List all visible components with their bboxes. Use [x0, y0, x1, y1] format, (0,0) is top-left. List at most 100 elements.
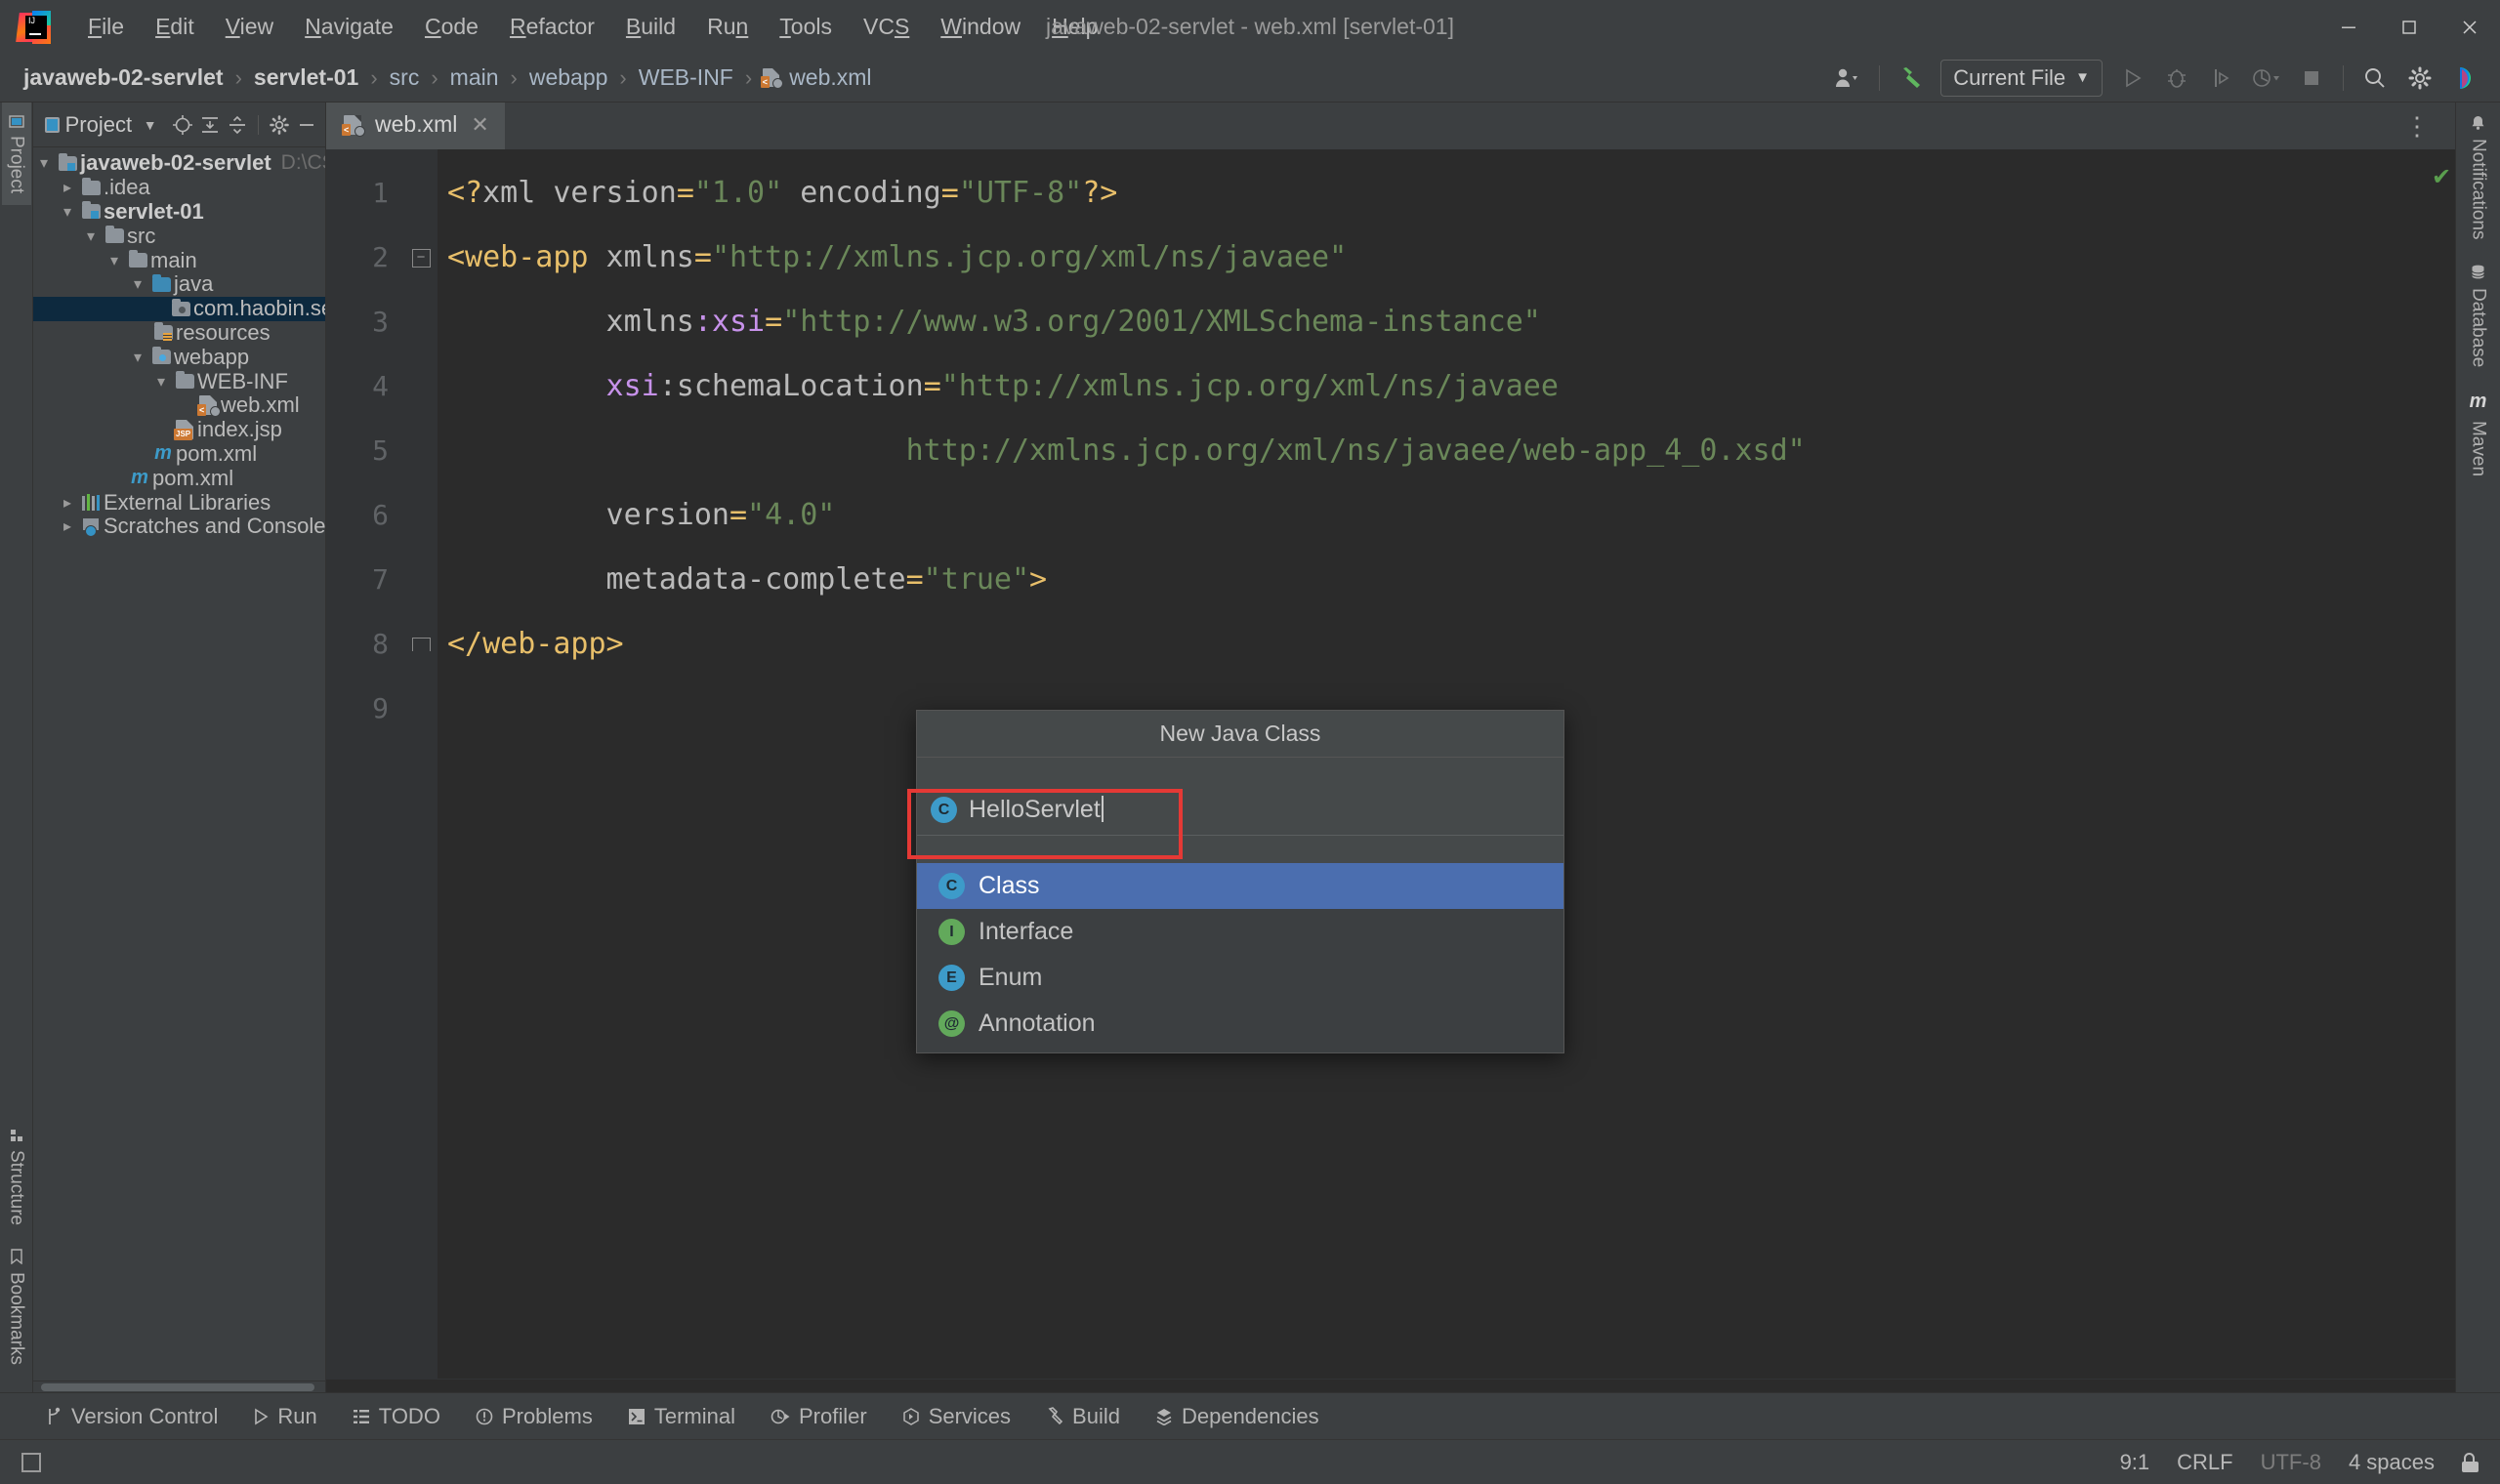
chevron-right-icon[interactable]: ▸ — [57, 493, 78, 513]
breadcrumb-item-src[interactable]: src — [384, 62, 426, 94]
chevron-right-icon[interactable]: ▸ — [57, 516, 78, 536]
chevron-down-icon[interactable]: ▾ — [80, 227, 102, 246]
chevron-down-icon[interactable]: ▼ — [140, 110, 160, 140]
fold-region-end-icon[interactable] — [404, 612, 438, 677]
breadcrumb-item-module[interactable]: servlet-01 — [248, 62, 364, 94]
menu-code[interactable]: Code — [409, 9, 494, 45]
class-kind-list[interactable]: C Class I Interface E Enum @ Annotation — [917, 863, 1563, 1052]
search-everywhere-icon[interactable] — [2354, 59, 2396, 98]
tree-node-java[interactable]: ▾ java — [33, 271, 325, 297]
editor-horizontal-scrollbar[interactable] — [326, 1379, 2455, 1392]
tool-button-build[interactable]: Build — [1028, 1404, 1138, 1429]
tree-node-pom-xml-root[interactable]: m pom.xml — [33, 466, 325, 490]
tab-web-xml[interactable]: < web.xml ✕ — [326, 103, 505, 149]
class-name-input[interactable]: HelloServlet — [969, 796, 1104, 824]
tool-button-problems[interactable]: Problems — [458, 1404, 610, 1429]
chevron-down-icon[interactable]: ▾ — [57, 202, 78, 222]
tree-node-src[interactable]: ▾ src — [33, 224, 325, 248]
chevron-down-icon[interactable]: ▾ — [104, 251, 125, 270]
sidebar-item-maven[interactable]: m Maven — [2464, 379, 2493, 488]
class-name-input-row[interactable]: C HelloServlet — [917, 785, 1563, 836]
tool-button-dependencies[interactable]: Dependencies — [1138, 1404, 1337, 1429]
code-folding-gutter[interactable]: − — [404, 149, 438, 1379]
menu-view[interactable]: View — [210, 9, 289, 45]
tool-button-todo[interactable]: TODO — [335, 1404, 458, 1429]
tree-node-scratches-and-consoles[interactable]: ▸ Scratches and Consoles — [33, 514, 325, 539]
hide-panel-icon[interactable] — [296, 110, 317, 140]
main-menu[interactable]: File Edit View Navigate Code Refactor Bu… — [72, 9, 1113, 45]
collapse-all-icon[interactable] — [227, 110, 248, 140]
tree-node-webapp[interactable]: ▾ webapp — [33, 345, 325, 369]
chevron-down-icon[interactable]: ▾ — [150, 372, 172, 392]
settings-gear-icon[interactable] — [269, 110, 290, 140]
inspection-ok-icon[interactable]: ✔ — [2432, 163, 2451, 191]
tree-node-external-libraries[interactable]: ▸ External Libraries — [33, 490, 325, 515]
list-item-enum[interactable]: E Enum — [917, 955, 1563, 1001]
tree-node-javaweb-02-servlet[interactable]: ▾ javaweb-02-servlet D:\CSApp\AllC — [33, 150, 325, 176]
project-tree[interactable]: ▾ javaweb-02-servlet D:\CSApp\AllC ▸ .id… — [33, 147, 325, 1381]
menu-vcs[interactable]: VCS — [848, 9, 925, 45]
tool-button-terminal[interactable]: Terminal — [610, 1404, 753, 1429]
tree-node-web-xml[interactable]: < web.xml — [33, 392, 325, 418]
close-button[interactable] — [2439, 0, 2500, 54]
sidebar-item-database[interactable]: Database — [2464, 252, 2493, 379]
fold-collapse-icon[interactable]: − — [404, 226, 438, 290]
run-with-coverage-icon[interactable] — [2200, 59, 2243, 98]
breadcrumb-item-project[interactable]: javaweb-02-servlet — [18, 62, 229, 94]
ide-assistant-icon[interactable] — [2443, 59, 2486, 98]
tool-button-run[interactable]: Run — [235, 1404, 334, 1429]
file-encoding[interactable]: UTF-8 — [2261, 1450, 2321, 1475]
tree-node-index-jsp[interactable]: JSP index.jsp — [33, 417, 325, 442]
menu-window[interactable]: Window — [925, 9, 1036, 45]
menu-navigate[interactable]: Navigate — [289, 9, 409, 45]
project-horizontal-scrollbar[interactable] — [33, 1381, 325, 1392]
stop-icon[interactable] — [2290, 59, 2333, 98]
list-item-class[interactable]: C Class — [917, 863, 1563, 909]
tree-node-pom-xml-module[interactable]: m pom.xml — [33, 441, 325, 467]
menu-run[interactable]: Run — [691, 9, 764, 45]
inspection-marker-bar[interactable]: ✔ — [2430, 149, 2455, 1379]
new-java-class-popup[interactable]: New Java Class C HelloServlet C Class I … — [907, 710, 1564, 1053]
maximize-button[interactable] — [2379, 0, 2439, 54]
tool-button-profiler[interactable]: Profiler — [753, 1404, 885, 1429]
expand-all-icon[interactable] — [199, 110, 221, 140]
caret-position[interactable]: 9:1 — [2120, 1450, 2150, 1475]
background-tasks-icon[interactable] — [21, 1452, 41, 1472]
scrollbar-thumb[interactable] — [41, 1383, 314, 1391]
tree-node-main[interactable]: ▾ main — [33, 248, 325, 272]
tool-button-version-control[interactable]: Version Control — [27, 1404, 235, 1429]
menu-build[interactable]: Build — [610, 9, 691, 45]
tree-node-com-haobin-servlet[interactable]: com.haobin.servlet — [33, 296, 325, 321]
menu-help[interactable]: Help — [1036, 9, 1113, 45]
tree-node-servlet-01[interactable]: ▾ servlet-01 — [33, 199, 325, 225]
user-account-icon[interactable] — [1826, 59, 1869, 98]
settings-gear-icon[interactable] — [2398, 59, 2441, 98]
sidebar-item-bookmarks[interactable]: Bookmarks — [2, 1237, 31, 1377]
indent-setting[interactable]: 4 spaces — [2349, 1450, 2435, 1475]
chevron-down-icon[interactable]: ▾ — [127, 274, 148, 294]
menu-file[interactable]: File — [72, 9, 140, 45]
unlocked-icon[interactable] — [2462, 1452, 2479, 1472]
tree-node-resources[interactable]: resources — [33, 320, 325, 346]
list-item-interface[interactable]: I Interface — [917, 909, 1563, 955]
chevron-down-icon[interactable]: ▾ — [33, 153, 55, 173]
select-opened-file-icon[interactable] — [172, 110, 193, 140]
sidebar-item-structure[interactable]: Structure — [2, 1117, 31, 1237]
menu-tools[interactable]: Tools — [764, 9, 848, 45]
run-icon[interactable] — [2110, 59, 2153, 98]
sidebar-item-project[interactable]: Project — [1, 103, 31, 206]
debug-icon[interactable] — [2155, 59, 2198, 98]
tree-node-web-inf[interactable]: ▾ WEB-INF — [33, 369, 325, 393]
tool-button-services[interactable]: Services — [885, 1404, 1028, 1429]
list-item-annotation[interactable]: @ Annotation — [917, 1001, 1563, 1047]
breadcrumb-item-main[interactable]: main — [444, 62, 505, 94]
menu-refactor[interactable]: Refactor — [494, 9, 610, 45]
menu-edit[interactable]: Edit — [140, 9, 210, 45]
breadcrumb-item-webxml[interactable]: web.xml — [783, 62, 877, 94]
minimize-button[interactable] — [2318, 0, 2379, 54]
close-icon[interactable]: ✕ — [467, 112, 488, 138]
profile-icon[interactable] — [2245, 59, 2288, 98]
sidebar-item-notifications[interactable]: Notifications — [2464, 103, 2493, 252]
breadcrumb-item-webapp[interactable]: webapp — [523, 62, 614, 94]
chevron-down-icon[interactable]: ▾ — [127, 348, 148, 367]
